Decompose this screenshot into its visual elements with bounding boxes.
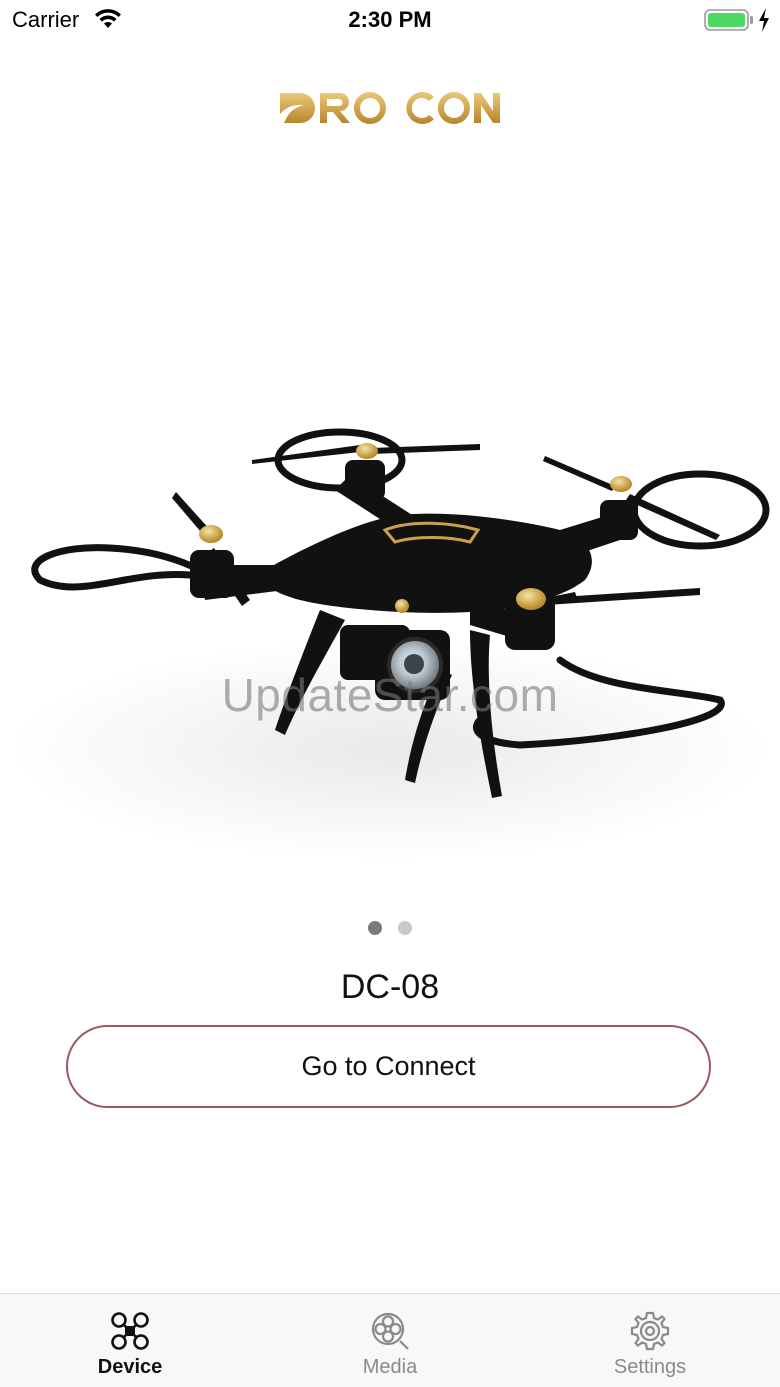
media-icon [371,1312,409,1350]
device-name: DC-08 [340,968,440,1006]
charging-bolt-icon [759,8,769,32]
drone-image [10,428,770,860]
page-indicator[interactable] [0,921,780,935]
tab-device[interactable]: Device [0,1294,260,1387]
gear-icon [630,1311,670,1351]
tab-device-label: Device [97,1356,163,1378]
tab-media-label: Media [362,1356,418,1378]
page-dot-2[interactable] [398,921,412,935]
tab-settings-label: Settings [613,1356,687,1378]
watermark: UpdateStar.com [221,669,559,721]
tab-media[interactable]: Media [260,1294,520,1387]
drocon-logo [280,91,500,124]
drone-icon [111,1312,149,1350]
go-to-connect-button[interactable]: Go to Connect [66,1025,711,1108]
clock: 2:30 PM [348,7,432,32]
page-dot-1[interactable] [368,921,382,935]
battery-icon [704,9,753,31]
tab-bar: Device Media Settings [0,1293,780,1387]
tab-settings[interactable]: Settings [520,1294,780,1387]
status-bar: Carrier 2:30 PM [0,0,780,40]
